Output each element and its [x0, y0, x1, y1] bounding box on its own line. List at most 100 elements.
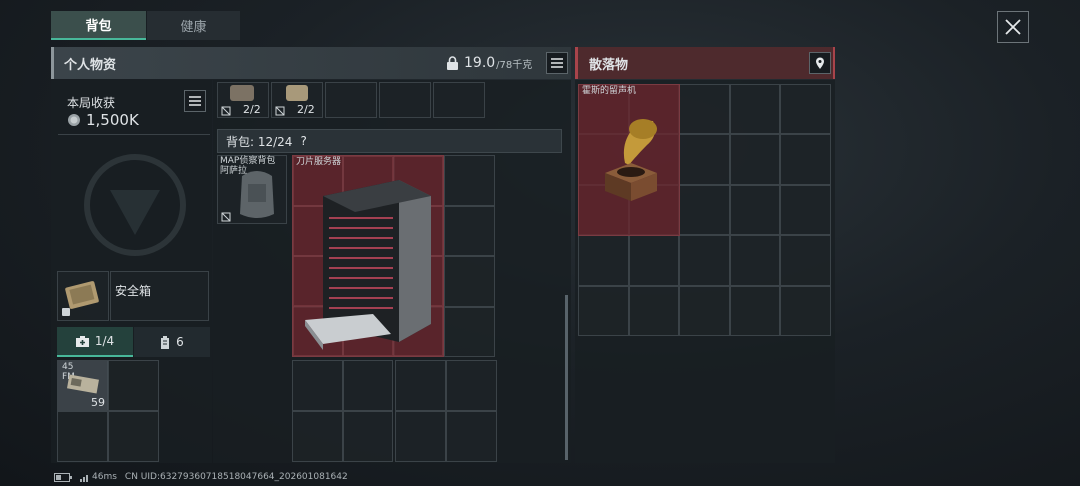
grid-cell[interactable] [444, 306, 495, 357]
earnings-value-row: 1,500K [67, 111, 139, 129]
weight-indicator: 19.0 /78千克 [446, 55, 532, 71]
signal-icon [80, 474, 88, 482]
grid-cell[interactable] [292, 360, 343, 411]
grid-cell[interactable] [679, 184, 730, 236]
backpack-capacity-label: 背包: 12/24 [226, 134, 293, 149]
close-button[interactable] [997, 11, 1029, 43]
gramophone-item[interactable]: 霍斯的留声机 [578, 84, 680, 236]
equip-slot-2-count: 2/2 [297, 103, 315, 116]
user-uid: CN UID:632793607185180476​64_20260108164… [124, 472, 348, 482]
safebox-item-icon [62, 281, 99, 316]
blade-server-item[interactable]: 刀片服务器 [292, 155, 444, 357]
grid-cell[interactable] [729, 285, 781, 336]
grid-cell[interactable] [444, 155, 495, 206]
subtab-medkit[interactable]: 1/4 [57, 327, 133, 357]
safebox-slot[interactable] [57, 271, 109, 321]
ammo-item-count: 59 [91, 396, 105, 409]
personal-supplies-title: 个人物资 [64, 57, 117, 73]
pouch-item-icon [286, 85, 308, 101]
grid-cell[interactable] [446, 360, 497, 411]
ammo-count: 6 [176, 335, 184, 349]
latency-indicator: 46ms [80, 472, 117, 482]
grid-cell[interactable] [444, 256, 495, 307]
grid-cell[interactable] [729, 134, 781, 185]
help-icon[interactable]: ? [300, 134, 306, 148]
ammo-item-slot[interactable]: 45 FM 59 [58, 361, 108, 410]
grid-cell[interactable] [628, 285, 680, 336]
grid-cell[interactable] [780, 235, 831, 286]
earnings-value: 1,500K [86, 111, 139, 129]
grid-cell[interactable] [780, 84, 831, 135]
grid-cell[interactable] [780, 134, 831, 185]
weight-capacity: /78千克 [496, 59, 533, 71]
grid-cell[interactable] [679, 84, 730, 135]
backpack-bag-slot[interactable]: MAP侦察背包 阿萨拉 [217, 155, 287, 224]
backpack-grid-lower-right [395, 360, 497, 462]
medkit-icon [75, 335, 89, 347]
pin-icon [816, 57, 824, 69]
status-footer: 46ms CN UID:632793607185180476​64_202601… [54, 472, 348, 482]
earnings-label: 本局收获 [67, 96, 116, 110]
ammo-icon [161, 335, 170, 349]
earnings-detail-button[interactable] [184, 90, 206, 112]
grid-cell[interactable] [679, 285, 730, 336]
loot-title: 散落物 [589, 57, 629, 73]
lock-icon [447, 55, 458, 70]
backpack-item-icon [240, 171, 274, 218]
gramophone-name: 霍斯的留声机 [582, 86, 637, 96]
grid-cell[interactable] [342, 360, 393, 411]
close-icon [1005, 19, 1021, 35]
grid-cell[interactable] [679, 235, 730, 286]
tab-health[interactable]: 健康 [147, 11, 240, 40]
grid-cell[interactable] [292, 411, 343, 462]
grid-cell[interactable] [679, 134, 730, 185]
bind-icon [221, 106, 231, 116]
latency-value: 46ms [92, 472, 117, 482]
bind-icon [275, 106, 285, 116]
battery-icon [54, 472, 72, 482]
server-rack-icon [305, 180, 431, 350]
equip-slot-1[interactable]: 2/2 [217, 82, 269, 118]
grid-cell[interactable] [729, 184, 781, 236]
safebox-label-box[interactable]: 安全箱 [110, 271, 209, 321]
grid-cell[interactable] [780, 285, 831, 336]
grid-cell[interactable] [729, 84, 781, 135]
ammo-box-icon [67, 374, 99, 394]
weight-value: 19.0 [464, 55, 496, 71]
grid-cell[interactable] [780, 184, 831, 236]
equip-slot-1-count: 2/2 [243, 103, 261, 116]
backpack-capacity-bar: 背包: 12/24 ? [217, 129, 562, 153]
grid-cell[interactable] [108, 360, 159, 411]
grenade-item-icon [230, 85, 254, 101]
equip-slot-2[interactable]: 2/2 [271, 82, 323, 118]
bind-icon [221, 212, 231, 222]
grid-cell[interactable] [578, 285, 629, 336]
grid-cell[interactable] [108, 411, 159, 462]
grid-cell[interactable] [342, 411, 393, 462]
safebox-label: 安全箱 [115, 284, 152, 298]
grid-cell[interactable] [395, 360, 446, 411]
loot-header: 散落物 [575, 47, 835, 79]
equip-slot-5[interactable] [433, 82, 485, 118]
grid-cell[interactable] [628, 235, 680, 286]
backpack-grid-lower-left [292, 360, 393, 462]
subtab-ammo[interactable]: 6 [134, 327, 210, 357]
grid-cell[interactable] [729, 235, 781, 286]
tab-backpack[interactable]: 背包 [51, 11, 146, 40]
blade-server-name: 刀片服务器 [296, 157, 342, 167]
grid-cell[interactable] [444, 205, 495, 256]
loot-location-button[interactable] [809, 52, 831, 74]
center-scrollbar[interactable] [565, 295, 568, 460]
equip-slot-3[interactable] [325, 82, 377, 118]
sort-button[interactable] [546, 52, 568, 74]
equip-slot-4[interactable] [379, 82, 431, 118]
coin-icon [68, 114, 80, 126]
medkit-count: 1/4 [94, 334, 115, 348]
gramophone-icon [605, 119, 657, 201]
grid-cell[interactable] [57, 411, 108, 462]
grid-cell[interactable] [446, 411, 497, 462]
faction-emblem-watermark [84, 154, 186, 256]
grid-cell[interactable] [395, 411, 446, 462]
earnings-box: 本局收获 1,500K [58, 85, 210, 135]
grid-cell[interactable] [578, 235, 629, 286]
